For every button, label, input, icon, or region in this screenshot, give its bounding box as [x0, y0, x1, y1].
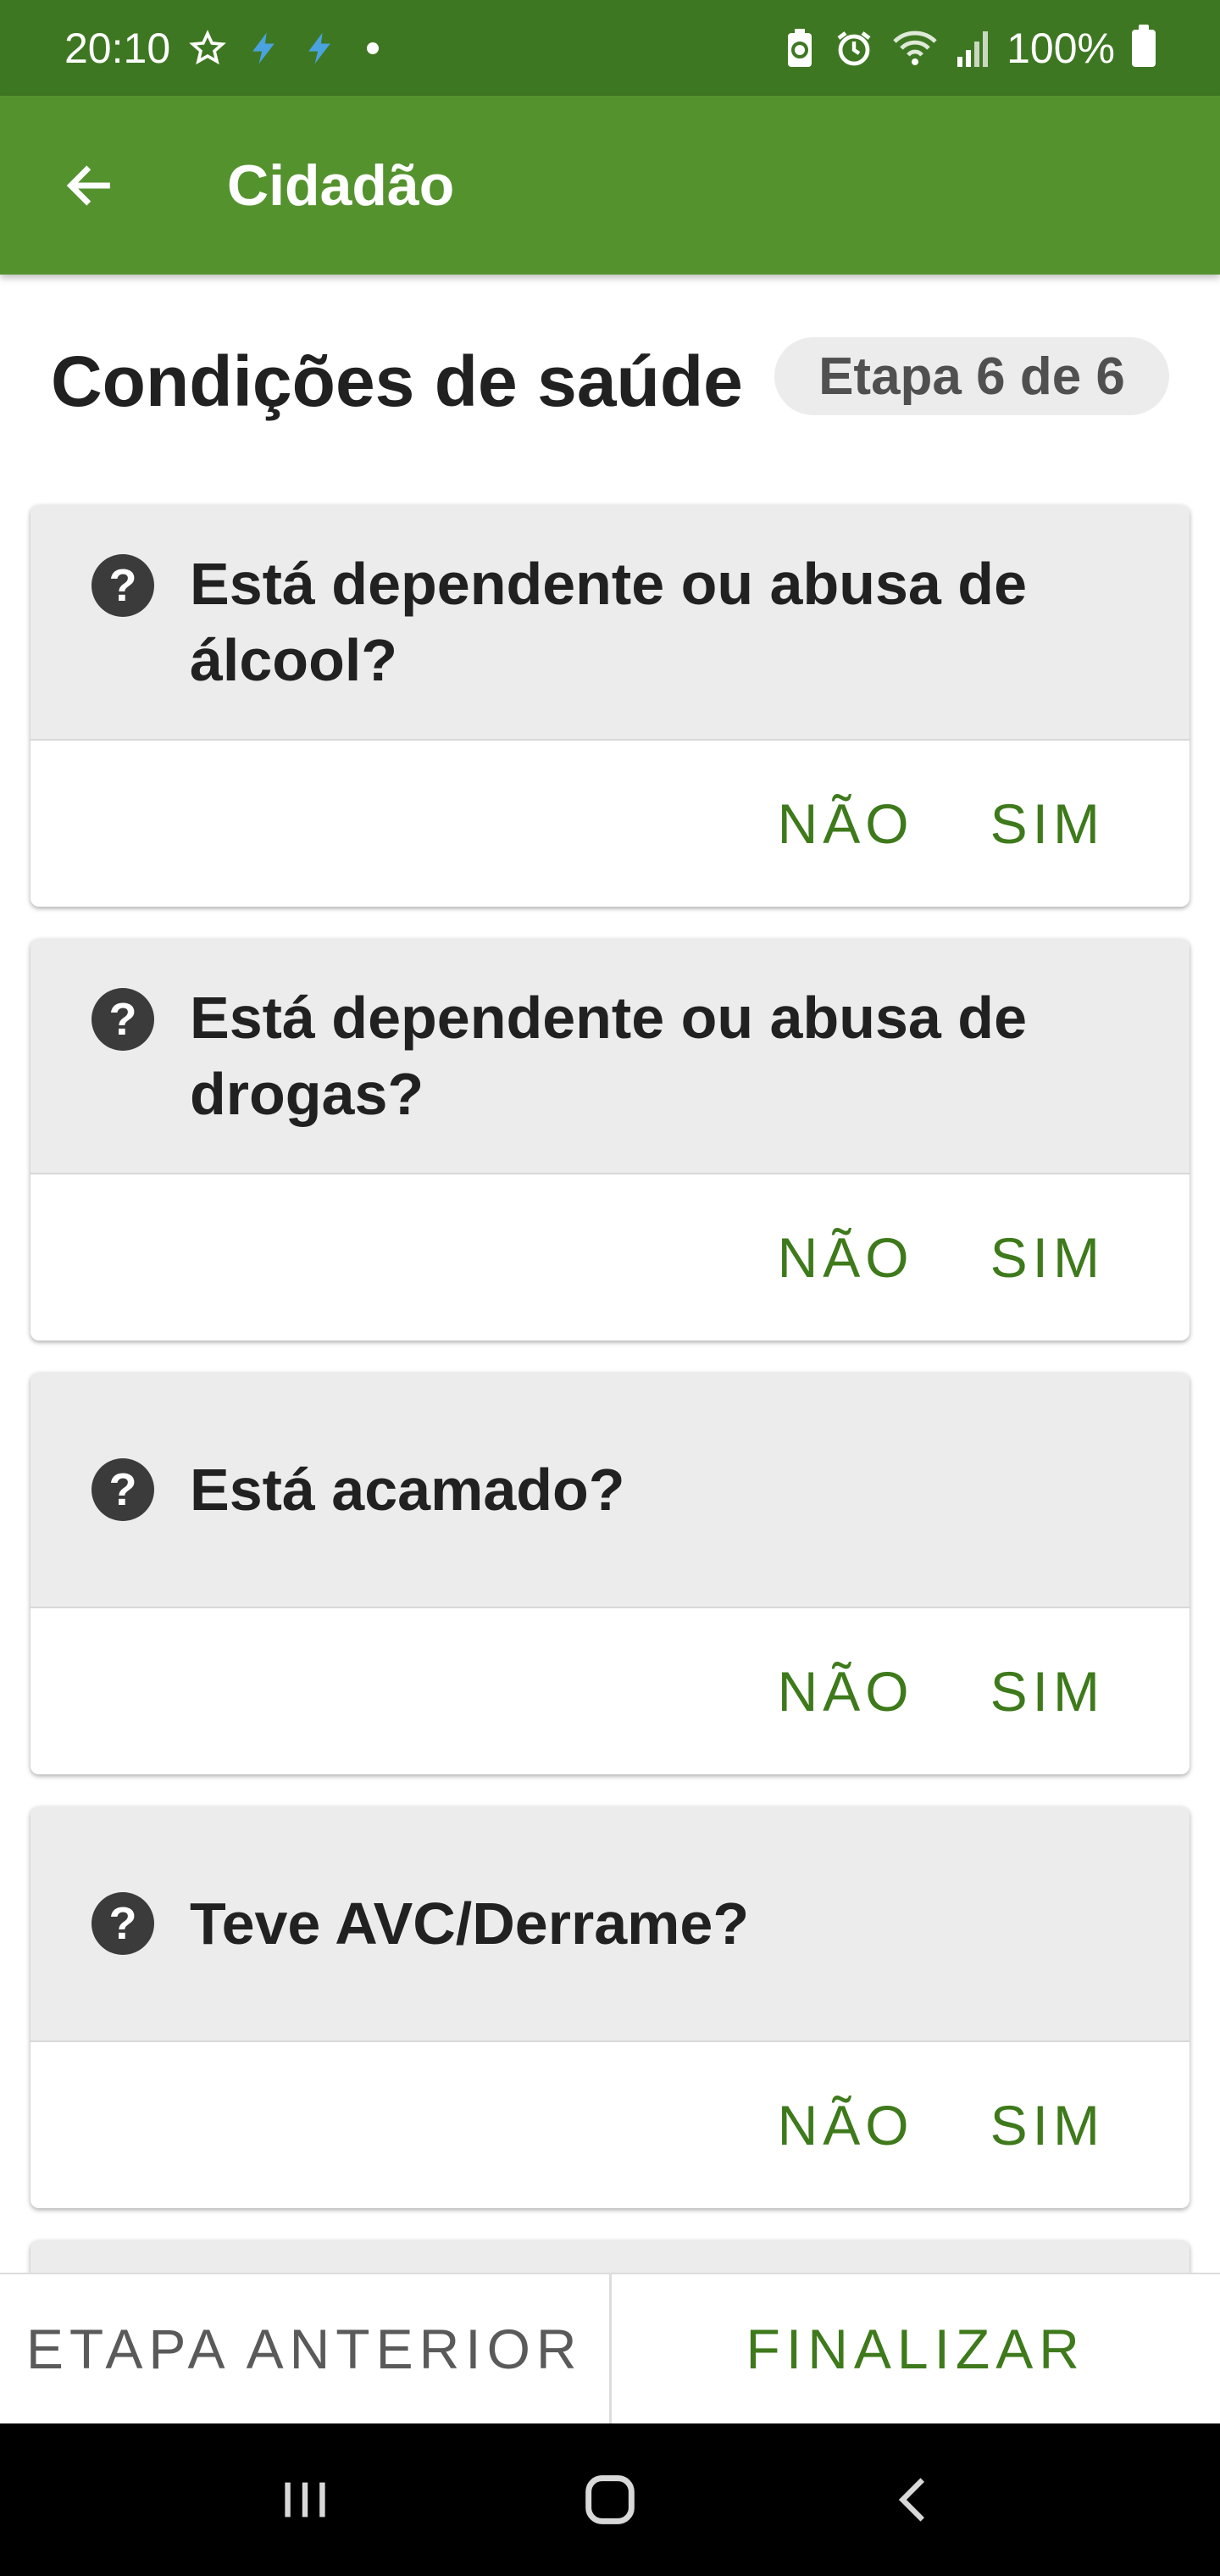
help-icon[interactable]: ? — [92, 1892, 154, 1955]
system-nav-bar — [0, 2423, 1220, 2576]
dot-icon — [367, 42, 380, 54]
question-header: ? Está dependente ou abusa de drogas? — [30, 939, 1190, 1174]
battery-icon — [1132, 24, 1156, 67]
section-header: Condições de saúde Etapa 6 de 6 — [0, 322, 1220, 432]
signal-icon — [956, 30, 990, 67]
status-right: 100% — [783, 24, 1156, 73]
question-header: ? Está acamado? — [30, 1373, 1190, 1608]
back-nav-button[interactable] — [864, 2449, 966, 2551]
answer-actions: NÃO SIM — [30, 2042, 1190, 2208]
back-button[interactable] — [51, 147, 127, 224]
bottom-action-bar: ETAPA ANTERIOR FINALIZAR — [0, 2273, 1220, 2423]
question-card-stroke: ? Teve AVC/Derrame? NÃO SIM — [30, 1807, 1190, 2208]
question-text: Teve AVC/Derrame? — [190, 1890, 750, 1957]
status-bar: 20:10 100% — [0, 0, 1220, 96]
status-left: 20:10 — [64, 24, 380, 73]
no-button[interactable]: NÃO — [778, 1659, 914, 1724]
star-icon — [189, 29, 226, 67]
finish-button[interactable]: FINALIZAR — [612, 2274, 1220, 2423]
bolt-icon — [245, 30, 282, 67]
recent-apps-icon — [285, 2482, 325, 2518]
answer-actions: NÃO SIM — [30, 1608, 1190, 1774]
answer-actions: NÃO SIM — [30, 1174, 1190, 1341]
help-icon[interactable]: ? — [92, 554, 154, 617]
no-button[interactable]: NÃO — [778, 1225, 914, 1290]
battery-percent: 100% — [1006, 24, 1115, 72]
home-icon — [585, 2475, 635, 2524]
yes-button[interactable]: SIM — [990, 1659, 1105, 1724]
yes-button[interactable]: SIM — [990, 791, 1105, 856]
help-icon[interactable]: ? — [92, 1458, 154, 1521]
chevron-left-icon — [898, 2478, 925, 2522]
arrow-left-icon — [66, 164, 110, 206]
battery-saver-icon — [783, 28, 817, 69]
app-title: Cidadão — [227, 153, 455, 218]
step-badge: Etapa 6 de 6 — [774, 337, 1169, 415]
question-text: Está dependente ou abusa de drogas? — [190, 985, 1027, 1127]
alarm-icon — [834, 28, 874, 69]
recent-apps-button[interactable] — [254, 2449, 356, 2551]
help-icon[interactable]: ? — [92, 988, 154, 1051]
home-button[interactable] — [559, 2449, 661, 2551]
answer-actions: NÃO SIM — [30, 741, 1190, 907]
no-button[interactable]: NÃO — [778, 791, 914, 856]
no-button[interactable]: NÃO — [778, 2093, 914, 2157]
bolt-icon — [301, 30, 338, 67]
page-title: Condições de saúde — [51, 341, 743, 421]
question-header: ? Teve AVC/Derrame? — [30, 1807, 1190, 2042]
question-text: Está acamado? — [190, 1457, 625, 1523]
question-header: ? Está dependente ou abusa de álcool? — [30, 505, 1190, 741]
question-card-alcohol: ? Está dependente ou abusa de álcool? NÃ… — [30, 505, 1190, 907]
status-time: 20:10 — [64, 24, 171, 72]
app-bar: Cidadão — [0, 96, 1220, 275]
question-card-drugs: ? Está dependente ou abusa de drogas? NÃ… — [30, 939, 1190, 1341]
wifi-icon — [891, 28, 939, 69]
yes-button[interactable]: SIM — [990, 1225, 1105, 1290]
question-text: Está dependente ou abusa de álcool? — [190, 551, 1027, 693]
question-card-bedridden: ? Está acamado? NÃO SIM — [30, 1373, 1190, 1774]
previous-step-button[interactable]: ETAPA ANTERIOR — [0, 2274, 612, 2423]
yes-button[interactable]: SIM — [990, 2093, 1105, 2157]
